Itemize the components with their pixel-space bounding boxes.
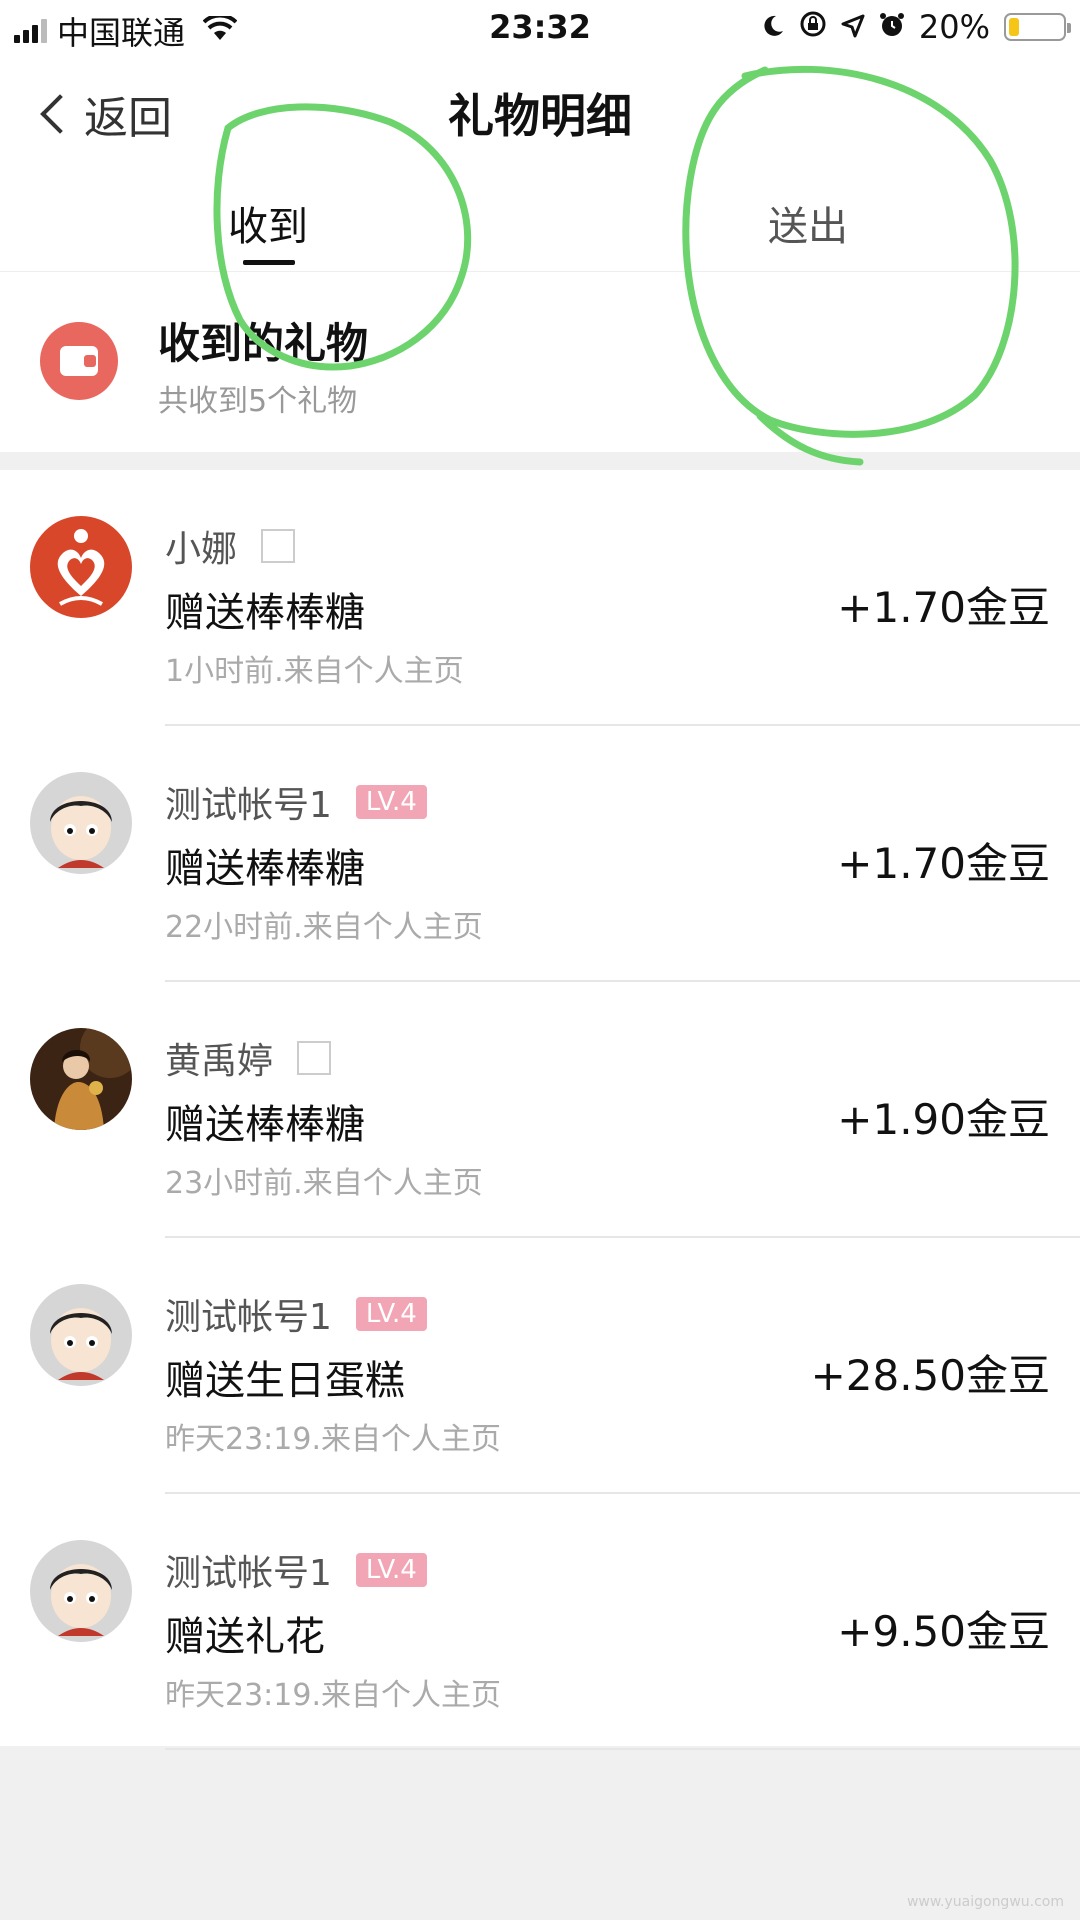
status-bar: 中国联通 23:32 20% [0,0,1080,54]
gift-time: 昨天23:19.来自个人主页 [165,1678,501,1713]
avatar[interactable] [30,1540,132,1642]
gift-amount: +9.50金豆 [837,1607,1050,1656]
moon-icon [761,8,785,46]
missing-badge-placeholder [261,529,296,563]
divider [165,1748,1080,1750]
gift-time: 23小时前.来自个人主页 [165,1166,483,1201]
sender-name: 测试帐号1 [165,1297,332,1338]
gift-description: 赠送棒棒糖 [165,590,365,636]
list-item[interactable]: 小娜 赠送棒棒糖 1小时前.来自个人主页 +1.70金豆 [0,470,1080,726]
gift-amount: +1.70金豆 [837,583,1050,632]
sender-name: 测试帐号1 [165,785,332,826]
avatar[interactable] [30,516,132,618]
gift-amount: +28.50金豆 [810,1351,1050,1400]
sender-name: 黄禹婷 [165,1041,274,1082]
tab-sent[interactable]: 送出 [658,194,958,252]
sender-name: 小娜 [165,529,238,570]
location-icon [841,8,865,46]
page-title: 礼物明细 [448,89,632,143]
battery-level-fill [1009,18,1020,36]
avatar[interactable] [30,1028,132,1130]
summary-subtitle: 共收到5个礼物 [158,384,358,419]
avatar[interactable] [30,772,132,874]
wallet-icon [40,322,118,400]
level-badge: LV.4 [355,1553,427,1587]
list-item[interactable]: 测试帐号1 LV.4 赠送棒棒糖 22小时前.来自个人主页 +1.70金豆 [0,726,1080,982]
rotation-lock-icon [799,8,827,46]
alarm-icon [879,8,905,46]
gift-time: 22小时前.来自个人主页 [165,910,483,945]
gift-description: 赠送棒棒糖 [165,1102,365,1148]
gift-description: 赠送棒棒糖 [165,846,365,892]
list-item[interactable]: 黄禹婷 赠送棒棒糖 23小时前.来自个人主页 +1.90金豆 [0,982,1080,1238]
nav-bar: 返回 礼物明细 [0,54,1080,164]
avatar[interactable] [30,1284,132,1386]
gift-summary: 收到的礼物 共收到5个礼物 [0,272,1080,452]
gift-amount: +1.90金豆 [837,1095,1050,1144]
level-badge: LV.4 [355,785,427,819]
list-item[interactable]: 测试帐号1 LV.4 赠送生日蛋糕 昨天23:19.来自个人主页 +28.50金… [0,1238,1080,1494]
active-tab-indicator [243,260,295,265]
gift-record-list: 小娜 赠送棒棒糖 1小时前.来自个人主页 +1.70金豆 测试帐号1 LV.4 … [0,470,1080,1750]
tab-bar: 收到 送出 [0,164,1080,272]
tab-received[interactable]: 收到 [118,194,418,252]
gift-time: 1小时前.来自个人主页 [165,654,464,689]
gift-time: 昨天23:19.来自个人主页 [165,1422,501,1457]
gift-amount: +1.70金豆 [837,839,1050,888]
gift-description: 赠送生日蛋糕 [165,1358,405,1404]
battery-icon [1004,13,1071,41]
watermark: www.yuaigongwu.com [906,1894,1064,1910]
sender-name: 测试帐号1 [165,1553,332,1594]
list-item[interactable]: 测试帐号1 LV.4 赠送礼花 昨天23:19.来自个人主页 +9.50金豆 [0,1494,1080,1750]
gift-description: 赠送礼花 [165,1614,325,1660]
level-badge: LV.4 [355,1297,427,1331]
summary-title: 收到的礼物 [158,319,369,368]
battery-percent: 20% [918,8,990,46]
missing-badge-placeholder [297,1041,332,1075]
